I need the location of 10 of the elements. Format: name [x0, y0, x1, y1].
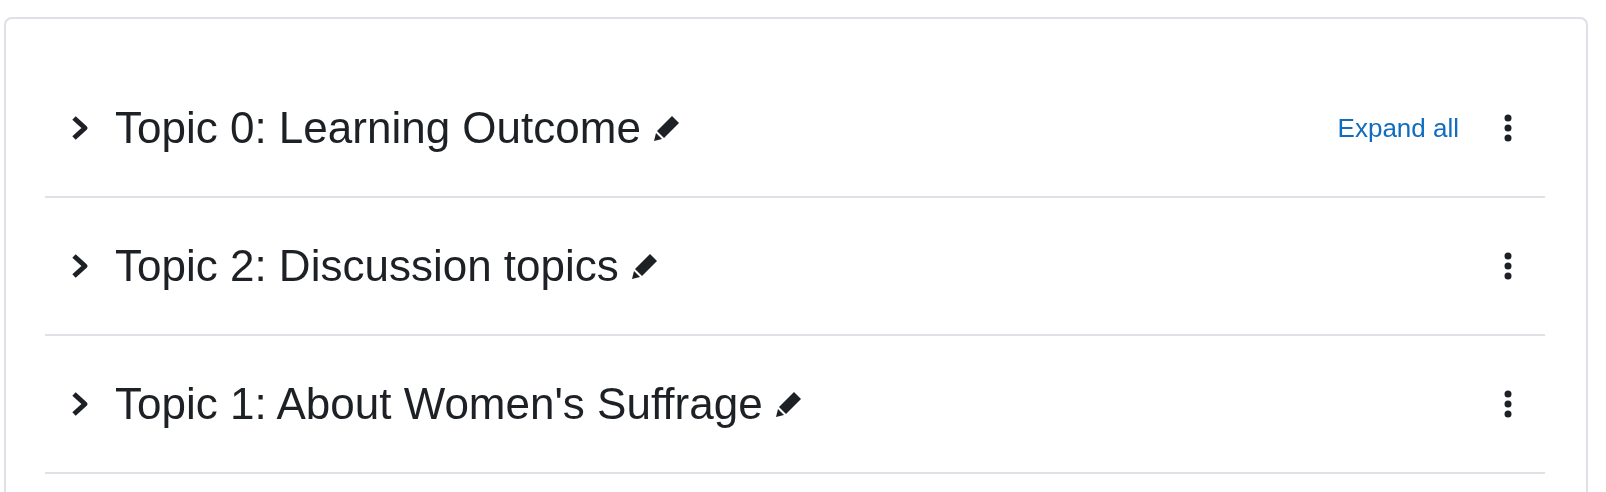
- pencil-icon[interactable]: [630, 252, 659, 280]
- more-options-icon[interactable]: [1503, 252, 1513, 280]
- more-options-icon[interactable]: [1503, 114, 1513, 142]
- pencil-icon[interactable]: [774, 390, 803, 418]
- section-title[interactable]: Topic 1: About Women's Suffrage: [115, 379, 763, 429]
- section-title[interactable]: Topic 2: Discussion topics: [115, 241, 619, 291]
- more-options-icon[interactable]: [1503, 390, 1513, 418]
- expand-all-link[interactable]: Expand all: [1337, 112, 1459, 144]
- pencil-icon[interactable]: [652, 114, 681, 142]
- section-title[interactable]: Topic 0: Learning Outcome: [115, 103, 641, 153]
